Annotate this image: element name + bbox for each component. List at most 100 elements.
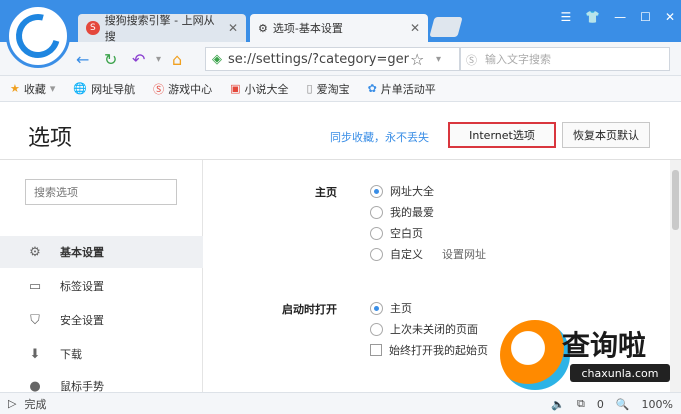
minimize-icon[interactable]: —	[614, 10, 626, 24]
back-icon[interactable]: ←	[76, 50, 89, 69]
maximize-icon[interactable]: ☐	[640, 10, 651, 24]
bookmark-nav[interactable]: 🌐 网址导航	[73, 81, 135, 97]
startup-option-last-session[interactable]: 上次未关闭的页面	[370, 321, 478, 337]
homepage-option-blank[interactable]: 空白页	[370, 225, 423, 241]
page-title: 选项	[28, 126, 73, 151]
undo-dropdown-icon[interactable]: ▾	[156, 54, 161, 65]
set-url-link[interactable]: 设置网址	[442, 246, 486, 262]
sidebar-item-label: 标签设置	[60, 280, 104, 293]
restore-defaults-button[interactable]: 恢复本页默认	[562, 122, 650, 148]
options-search-input[interactable]	[25, 179, 177, 205]
globe-icon: 🌐	[73, 82, 88, 95]
radio-button[interactable]	[370, 205, 383, 219]
option-label: 我的最爱	[390, 206, 434, 219]
navigation-bar: ← ↻ ↶ ▾ ⌂ ◈ se://settings/?category=ger …	[0, 42, 681, 76]
sogou-favicon-icon: S	[86, 21, 100, 35]
window-controls: ☰ 👕 — ☐ ✕	[560, 10, 675, 24]
watermark-logo-icon	[500, 320, 570, 390]
option-label: 网址大全	[390, 185, 434, 198]
sidebar-item-label: 基本设置	[60, 246, 104, 259]
watermark-text: 查询啦	[562, 329, 647, 362]
bookmark-favorites[interactable]: ★ 收藏 ▾	[10, 81, 55, 97]
paw-icon: ✿	[367, 82, 377, 95]
radio-button[interactable]	[370, 184, 383, 198]
star-icon: ★	[10, 82, 20, 95]
favorite-star-icon[interactable]: ☆	[410, 50, 424, 69]
address-dropdown-icon[interactable]: ▾	[436, 54, 441, 65]
refresh-icon[interactable]: ↻	[104, 50, 117, 69]
gear-icon: ⚙	[29, 244, 41, 260]
bookmark-novels[interactable]: ▣ 小说大全	[230, 81, 288, 97]
search-box[interactable]: 输入文字搜索	[460, 47, 670, 71]
option-label: 主页	[390, 302, 412, 315]
homepage-option-favorites[interactable]: 我的最爱	[370, 204, 434, 220]
document-icon: ▯	[306, 82, 313, 95]
zoom-icon[interactable]: 🔍	[616, 398, 630, 411]
download-icon: ⬇	[29, 346, 41, 362]
sidebar-item-basic[interactable]: ⚙ 基本设置	[0, 236, 203, 268]
chaxunla-watermark: 查询啦 chaxunla.com	[500, 320, 675, 390]
settings-header: 选项 同步收藏，永不丢失 Internet选项 恢复本页默认	[0, 102, 681, 160]
bookmark-label: 网址导航	[91, 82, 136, 96]
bookmark-activity[interactable]: ✿ 片单活动平	[368, 81, 436, 97]
close-window-icon[interactable]: ✕	[665, 10, 675, 24]
bookmark-label: 爱淘宝	[316, 82, 350, 96]
bookmark-label: 片单活动平	[380, 82, 436, 96]
book-icon: ▣	[230, 82, 241, 95]
sidebar-item-download[interactable]: ⬇ 下载	[0, 338, 203, 370]
bookmark-label: 游戏中心	[168, 82, 213, 96]
sidebar-toggle-icon[interactable]: ▷	[8, 397, 16, 410]
chevron-down-icon: ▾	[49, 82, 56, 95]
watermark-url: chaxunla.com	[570, 364, 670, 382]
option-label: 空白页	[390, 227, 423, 240]
screenshot-icon[interactable]: ⧉	[577, 397, 585, 411]
tab-title: 选项-基本设置	[272, 22, 343, 35]
tab-close-icon[interactable]: ✕	[410, 21, 420, 35]
homepage-label: 主页	[315, 186, 337, 199]
startup-option-always-start-page[interactable]: 始终打开我的起始页	[370, 342, 488, 358]
bookmark-label: 小说大全	[244, 82, 289, 96]
settings-sidebar: ⚙ 基本设置 ▭ 标签设置 ⛉ 安全设置 ⬇ 下载 ● 鼠标手势	[0, 160, 203, 394]
status-right-group: 🔈 ⧉ 0 🔍 100%	[551, 397, 673, 411]
volume-icon[interactable]: 🔈	[551, 398, 565, 411]
status-text: 完成	[24, 397, 47, 411]
home-icon[interactable]: ⌂	[172, 50, 182, 69]
startup-label: 启动时打开	[282, 303, 337, 316]
menu-icon[interactable]: ☰	[560, 10, 571, 24]
shield-icon: ⛉	[30, 312, 40, 328]
secure-shield-icon: ◈	[212, 51, 222, 67]
checkbox[interactable]	[370, 344, 382, 356]
radio-button[interactable]	[370, 226, 383, 240]
skin-icon[interactable]: 👕	[585, 10, 600, 24]
radio-button[interactable]	[370, 301, 383, 315]
sidebar-item-tabs[interactable]: ▭ 标签设置	[0, 270, 203, 302]
status-count: 0	[596, 397, 604, 411]
sidebar-item-security[interactable]: ⛉ 安全设置	[0, 304, 203, 336]
radio-button[interactable]	[370, 322, 383, 336]
address-text: se://settings/?category=ger	[228, 51, 409, 67]
homepage-option-custom[interactable]: 自定义 设置网址	[370, 246, 486, 262]
bookmark-label: 收藏	[23, 82, 46, 96]
tab-sogou-search[interactable]: S 搜狗搜索引擎 - 上网从搜 ✕	[78, 14, 246, 43]
sync-link[interactable]: 同步收藏，永不丢失	[330, 129, 429, 145]
homepage-option-nav[interactable]: 网址大全	[370, 183, 434, 199]
radio-button[interactable]	[370, 247, 383, 261]
internet-options-button[interactable]: Internet选项	[448, 122, 556, 148]
search-engine-icon[interactable]: Ⓢ	[466, 52, 477, 68]
zoom-level[interactable]: 100%	[642, 398, 673, 411]
scrollbar-thumb[interactable]	[672, 170, 679, 230]
bookmark-games[interactable]: Ⓢ 游戏中心	[153, 81, 212, 97]
sidebar-item-label: 安全设置	[60, 314, 104, 327]
undo-icon[interactable]: ↶	[132, 50, 145, 69]
sogou-icon: Ⓢ	[153, 82, 165, 96]
new-tab-button[interactable]	[429, 17, 463, 37]
tab-settings[interactable]: ⚙ 选项-基本设置 ✕	[250, 14, 428, 42]
option-label: 始终打开我的起始页	[389, 344, 488, 357]
status-bar: ▷ 完成 🔈 ⧉ 0 🔍 100%	[0, 392, 681, 414]
tab-close-icon[interactable]: ✕	[228, 21, 238, 35]
startup-option-home[interactable]: 主页	[370, 300, 412, 316]
bookmark-taobao[interactable]: ▯ 爱淘宝	[307, 81, 350, 97]
tab-title: 搜狗搜索引擎 - 上网从搜	[104, 14, 215, 43]
sogou-browser-logo	[6, 4, 70, 68]
option-label: 自定义	[390, 248, 423, 261]
